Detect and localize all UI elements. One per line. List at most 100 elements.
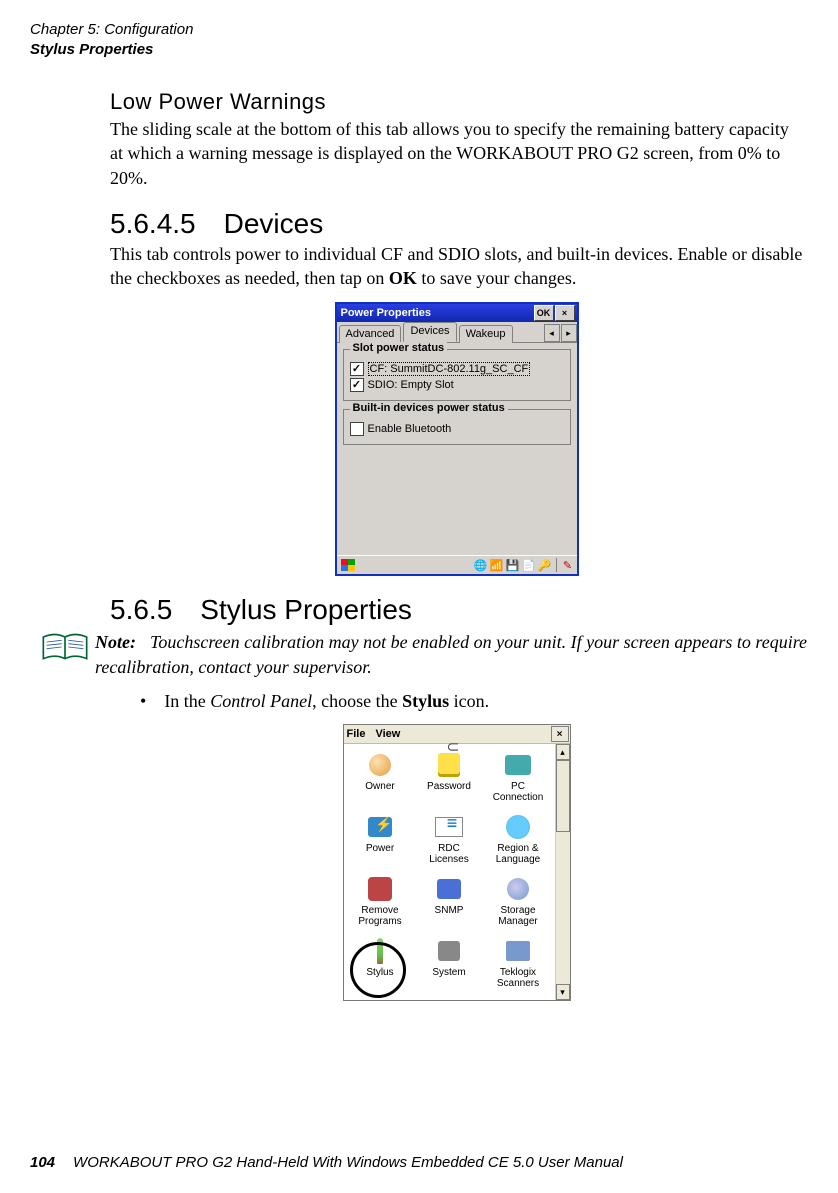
note-text: Note:Touchscreen calibration may not be …: [95, 630, 808, 679]
tab-advanced[interactable]: Advanced: [339, 325, 402, 343]
bullet-em: Control Panel: [210, 691, 312, 711]
bullet-dot: •: [140, 691, 146, 712]
remove-icon: [365, 874, 395, 904]
tab-scroll-right[interactable]: ▸: [561, 324, 577, 342]
teklogix-icon: [503, 936, 533, 966]
snmp-label: SNMP: [435, 905, 464, 916]
storage-icon: [503, 874, 533, 904]
note-row: Note:Touchscreen calibration may not be …: [30, 630, 808, 679]
para-low-power: The sliding scale at the bottom of this …: [110, 117, 803, 190]
label-cf: CF: SummitDC-802.11g_SC_CF: [368, 362, 531, 376]
tray-card-icon[interactable]: 💾: [506, 558, 520, 572]
close-button[interactable]: ×: [551, 726, 569, 742]
power-properties-window: Power Properties OK × Advanced Devices W…: [335, 302, 579, 576]
para-devices: This tab controls power to individual CF…: [110, 242, 803, 291]
footer-text: WORKABOUT PRO G2 Hand-Held With Windows …: [73, 1154, 623, 1171]
storage-label: Storage Manager: [498, 905, 537, 927]
scroll-down-button[interactable]: ▾: [556, 984, 570, 1000]
bullet-bold: Stylus: [402, 691, 449, 711]
cp-snmp[interactable]: SNMP: [415, 872, 484, 934]
note-icon: [40, 630, 95, 669]
bullet-mid: , choose the: [312, 691, 402, 711]
menu-file[interactable]: File: [347, 728, 366, 740]
system-icon: [434, 936, 464, 966]
book-icon: [40, 630, 90, 664]
bullet-stylus: • In the Control Panel, choose the Stylu…: [140, 691, 803, 712]
rdc-icon: [434, 812, 464, 842]
system-label: System: [432, 967, 465, 978]
scroll-up-button[interactable]: ▴: [556, 744, 570, 760]
tray-doc-icon[interactable]: 📄: [522, 558, 536, 572]
note-label: Note:: [95, 632, 136, 652]
scroll-track[interactable]: [556, 832, 570, 984]
close-button[interactable]: ×: [555, 305, 575, 321]
titlebar: Power Properties OK ×: [337, 304, 577, 322]
teklogix-label: Teklogix Scanners: [497, 967, 539, 989]
stylus-icon: [365, 936, 395, 966]
cp-power[interactable]: Power: [346, 810, 415, 872]
secnum-stylus: 5.6.5: [110, 594, 172, 625]
sectitle-stylus: Stylus Properties: [200, 594, 412, 625]
owner-icon: [365, 750, 395, 780]
tab-scroll: ◂ ▸: [543, 324, 577, 342]
power-icon: [365, 812, 395, 842]
cp-storage-manager[interactable]: Storage Manager: [484, 872, 553, 934]
cp-teklogix-scanners[interactable]: Teklogix Scanners: [484, 934, 553, 996]
cp-pc-connection[interactable]: PC Connection: [484, 748, 553, 810]
pc-connection-icon: [503, 750, 533, 780]
page-header: Chapter 5: Configuration Stylus Properti…: [30, 20, 808, 59]
label-sdio: SDIO: Empty Slot: [368, 379, 454, 391]
checkbox-row-sdio[interactable]: ✓ SDIO: Empty Slot: [350, 378, 564, 392]
tray-network-icon[interactable]: 📶: [490, 558, 504, 572]
checkbox-sdio[interactable]: ✓: [350, 378, 364, 392]
cp-body: Owner Password PC Connection Power RDC L…: [344, 744, 570, 1000]
owner-label: Owner: [365, 781, 394, 792]
scrollbar[interactable]: ▴ ▾: [555, 744, 570, 1000]
ok-button[interactable]: OK: [534, 305, 554, 321]
region-icon: [503, 812, 533, 842]
checkbox-row-bluetooth[interactable]: Enable Bluetooth: [350, 422, 564, 436]
chapter-line: Chapter 5: Configuration: [30, 20, 808, 40]
group-builtin: Enable Bluetooth: [343, 409, 571, 445]
windows-flag-icon: [341, 559, 355, 571]
tray-pen-icon[interactable]: ✎: [561, 558, 575, 572]
group-slot-power: ✓ CF: SummitDC-802.11g_SC_CF ✓ SDIO: Emp…: [343, 349, 571, 401]
tab-devices[interactable]: Devices: [403, 322, 456, 342]
tray-globe-icon[interactable]: 🌐: [474, 558, 488, 572]
cp-rdc-licenses[interactable]: RDC Licenses: [415, 810, 484, 872]
start-button[interactable]: [339, 558, 357, 572]
sectitle-devices: Devices: [224, 208, 324, 239]
scroll-thumb[interactable]: [556, 760, 570, 832]
cp-system[interactable]: System: [415, 934, 484, 996]
window-title: Power Properties: [339, 307, 533, 319]
stylus-label: Stylus: [366, 967, 393, 978]
page-number: 104: [30, 1154, 55, 1171]
label-bluetooth: Enable Bluetooth: [368, 423, 452, 435]
heading-stylus: 5.6.5 Stylus Properties: [110, 594, 803, 626]
cp-remove-programs[interactable]: Remove Programs: [346, 872, 415, 934]
cp-password[interactable]: Password: [415, 748, 484, 810]
tray-key-icon[interactable]: 🔑: [538, 558, 552, 572]
page-footer: 104 WORKABOUT PRO G2 Hand-Held With Windo…: [30, 1154, 623, 1171]
bullet-post: icon.: [449, 691, 489, 711]
panel-body: ✓ CF: SummitDC-802.11g_SC_CF ✓ SDIO: Emp…: [337, 343, 577, 555]
checkbox-row-cf[interactable]: ✓ CF: SummitDC-802.11g_SC_CF: [350, 362, 564, 376]
tab-wakeup[interactable]: Wakeup: [459, 325, 513, 343]
tab-scroll-left[interactable]: ◂: [544, 324, 560, 342]
pc-connection-label: PC Connection: [493, 781, 544, 803]
para-devices-bold: OK: [389, 268, 417, 288]
bullet-pre: In the: [164, 691, 210, 711]
cp-region-language[interactable]: Region & Language: [484, 810, 553, 872]
cp-owner[interactable]: Owner: [346, 748, 415, 810]
checkbox-cf[interactable]: ✓: [350, 362, 364, 376]
control-panel-window: File View × Owner Password PC Connection…: [343, 724, 571, 1001]
region-label: Region & Language: [496, 843, 541, 865]
checkbox-bluetooth[interactable]: [350, 422, 364, 436]
cp-stylus[interactable]: Stylus: [346, 934, 415, 996]
snmp-icon: [434, 874, 464, 904]
menu-view[interactable]: View: [375, 728, 400, 740]
secnum-devices: 5.6.4.5: [110, 208, 196, 239]
section-line: Stylus Properties: [30, 40, 808, 60]
password-icon: [434, 750, 464, 780]
figure-control-panel: File View × Owner Password PC Connection…: [110, 724, 803, 1001]
